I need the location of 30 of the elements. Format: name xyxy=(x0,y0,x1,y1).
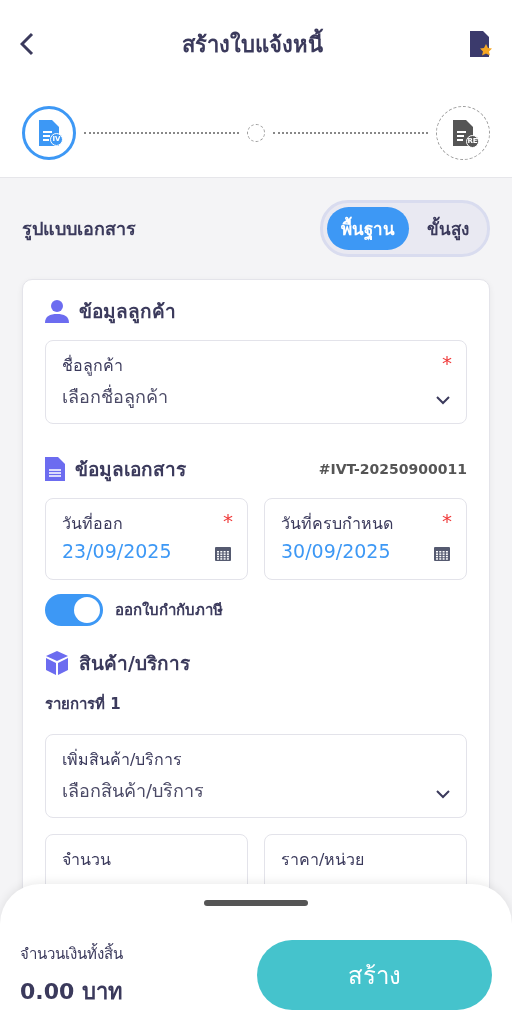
calendar-icon xyxy=(434,545,450,561)
required-mark: * xyxy=(442,509,452,533)
required-mark: * xyxy=(223,509,233,533)
total-label: จำนวนเงินทั้งสิ้น xyxy=(20,942,123,965)
sheet-handle[interactable] xyxy=(204,900,308,906)
switch-label: ออกใบกำกับภาษี xyxy=(115,600,223,621)
section-title: สินค้า/บริการ xyxy=(79,651,191,676)
tax-invoice-switch[interactable] xyxy=(45,594,103,626)
customer-select[interactable]: ชื่อลูกค้า เลือกชื่อลูกค้า * xyxy=(45,340,467,424)
chevron-down-icon xyxy=(436,396,450,405)
section-title: ข้อมูลลูกค้า xyxy=(79,299,177,326)
format-option[interactable]: ขั้นสูง xyxy=(413,207,483,250)
document-icon xyxy=(45,457,65,481)
back-button[interactable] xyxy=(20,32,34,56)
date-field[interactable]: วันที่ครบกำหนด 30/09/2025 * xyxy=(264,498,467,580)
document-number: #IVT-20250900011 xyxy=(318,461,467,477)
document-star-icon[interactable] xyxy=(470,31,492,57)
page-title: สร้างใบแจ้งหนี้ xyxy=(181,26,323,62)
item-title: รายการที่ 1 xyxy=(45,695,121,713)
total-amount: 0.00 บาท xyxy=(20,977,123,1006)
calendar-icon xyxy=(215,545,231,561)
invoice-document-icon xyxy=(39,119,59,146)
cube-icon xyxy=(45,651,69,675)
product-select[interactable]: เพิ่มสินค้า/บริการ เลือกสินค้า/บริการ xyxy=(45,734,467,818)
date-field[interactable]: วันที่ออก 23/09/2025 * xyxy=(45,498,248,580)
person-icon xyxy=(45,299,69,323)
section-title: ข้อมูลเอกสาร xyxy=(75,457,187,484)
format-label: รูปแบบเอกสาร xyxy=(22,217,136,243)
chevron-down-icon xyxy=(436,790,450,799)
required-mark: * xyxy=(442,351,452,375)
